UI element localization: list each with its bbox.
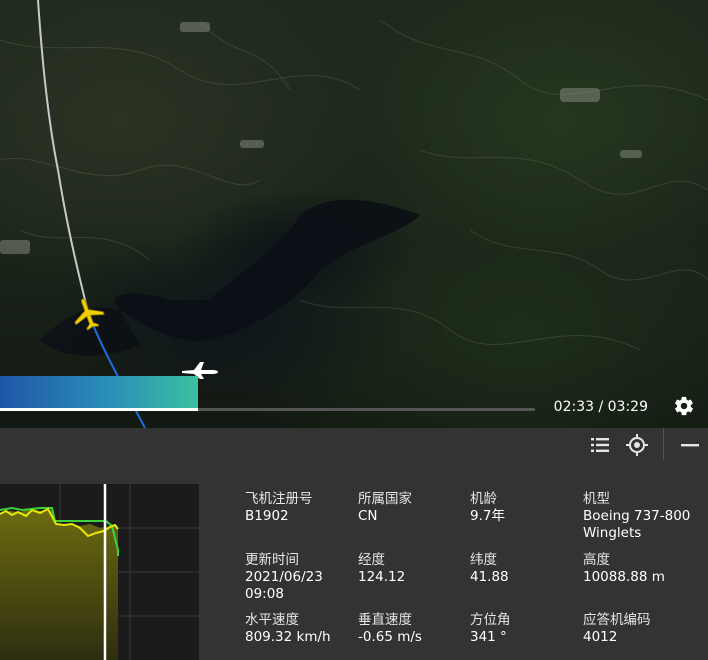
time-display: 02:33 / 03:29: [554, 399, 648, 415]
longitude-value: 124.12: [358, 569, 406, 585]
model-value: Boeing 737-800 Winglets: [583, 508, 691, 541]
field-model: 机型 Boeing 737-800 Winglets: [583, 491, 701, 542]
active-aircraft-icon[interactable]: [70, 296, 106, 332]
heading-value: 341 °: [470, 629, 507, 645]
latitude-label: 纬度: [470, 552, 497, 568]
squawk-value: 4012: [583, 629, 618, 645]
field-latitude: 纬度 41.88: [470, 552, 509, 586]
time-separator: /: [594, 399, 608, 415]
current-time: 02:33: [553, 399, 595, 415]
registration-value: B1902: [245, 508, 289, 524]
field-ground-speed: 水平速度 809.32 km/h: [245, 612, 331, 646]
age-value: 9.7年: [470, 508, 505, 524]
flight-path-past: [37, 0, 89, 313]
timeline-track[interactable]: [0, 408, 535, 411]
replay-progress-fill: [0, 376, 198, 410]
vertical-speed-label: 垂直速度: [358, 612, 412, 628]
squawk-label: 应答机编码: [583, 612, 651, 628]
field-vertical-speed: 垂直速度 -0.65 m/s: [358, 612, 422, 646]
country-value: CN: [358, 508, 378, 524]
timeline-played: [0, 408, 198, 411]
altitude-speed-chart-svg: [0, 484, 199, 660]
list-icon[interactable]: [588, 433, 612, 457]
playback-bar: 02:33 / 03:29: [0, 376, 708, 428]
field-updated: 更新时间 2021/06/23 09:08: [245, 552, 345, 603]
longitude-label: 经度: [358, 552, 385, 568]
altitude-value: 10088.88 m: [583, 569, 665, 585]
panel-toolbar: [0, 428, 708, 484]
heading-label: 方位角: [470, 612, 511, 628]
gear-icon[interactable]: [673, 395, 695, 417]
flight-path: [37, 0, 146, 428]
total-time: 03:29: [607, 399, 648, 415]
field-altitude: 高度 10088.88 m: [583, 552, 665, 586]
altitude-label: 高度: [583, 552, 610, 568]
model-label: 机型: [583, 491, 610, 507]
toolbar-divider: [663, 428, 664, 460]
field-heading: 方位角 341 °: [470, 612, 511, 646]
country-label: 所属国家: [358, 491, 412, 507]
age-label: 机龄: [470, 491, 497, 507]
latitude-value: 41.88: [470, 569, 509, 585]
ground-speed-label: 水平速度: [245, 612, 299, 628]
updated-label: 更新时间: [245, 552, 299, 568]
crosshair-icon[interactable]: [625, 433, 649, 457]
updated-value: 2021/06/23 09:08: [245, 569, 323, 602]
field-registration: 飞机注册号 B1902: [245, 491, 313, 525]
ground-speed-value: 809.32 km/h: [245, 629, 331, 645]
field-longitude: 经度 124.12: [358, 552, 405, 586]
satellite-map[interactable]: 02:33 / 03:29: [0, 0, 708, 428]
registration-label: 飞机注册号: [245, 491, 313, 507]
minimize-icon[interactable]: [678, 433, 702, 457]
field-country: 所属国家 CN: [358, 491, 412, 525]
vertical-speed-value: -0.65 m/s: [358, 629, 422, 645]
field-squawk: 应答机编码 4012: [583, 612, 651, 646]
aircraft-info-panel: 飞机注册号 B1902 所属国家 CN 机龄 9.7年 机型 Boeing 73…: [199, 484, 708, 660]
field-age: 机龄 9.7年: [470, 491, 505, 525]
altitude-speed-chart[interactable]: [0, 484, 199, 660]
